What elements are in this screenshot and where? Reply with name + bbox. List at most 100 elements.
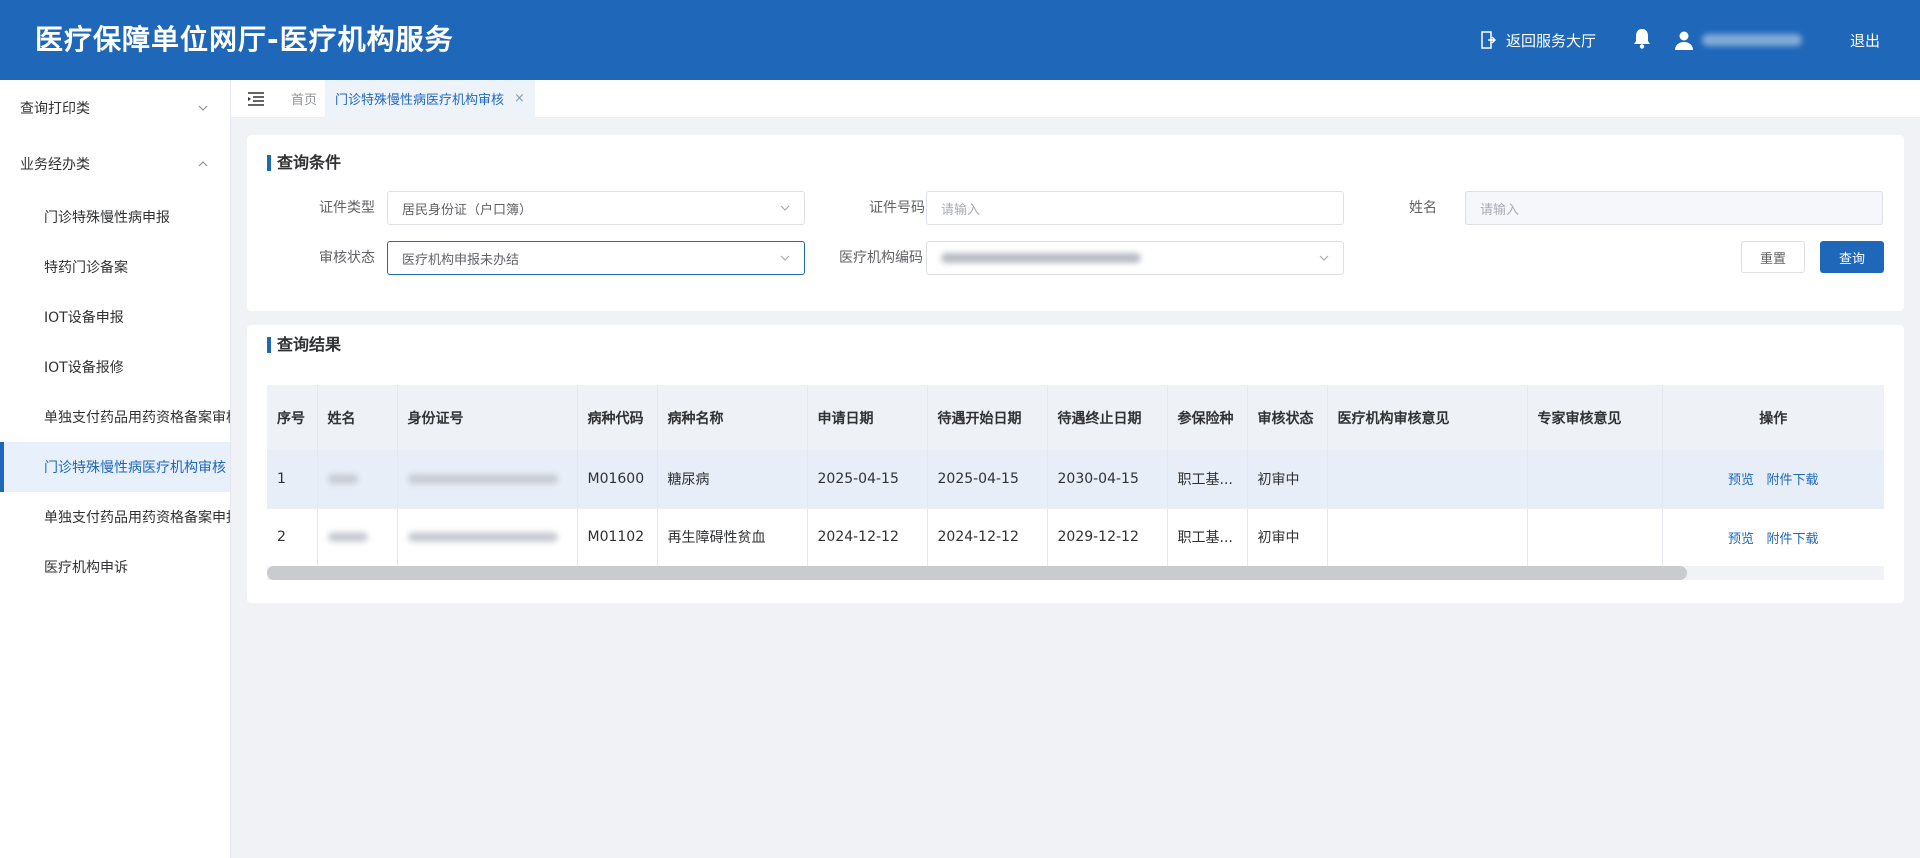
reset-button[interactable]: 重置 [1741, 241, 1805, 273]
cell-expert-opinion [1527, 508, 1663, 567]
cell-apply-date: 2025-04-15 [807, 450, 928, 509]
chevron-down-icon [780, 255, 790, 261]
column-header: 待遇终止日期 [1047, 385, 1168, 450]
cell-insurance: 职工基... [1167, 450, 1248, 509]
column-header: 操作 [1662, 385, 1884, 450]
column-header: 身份证号 [397, 385, 578, 450]
cell-start-date: 2025-04-15 [927, 450, 1048, 509]
chevron-down-icon [1319, 255, 1329, 261]
back-to-hall-link[interactable]: 返回服务大厅 [1480, 30, 1596, 51]
cell-disease-name: 糖尿病 [657, 450, 808, 509]
name-placeholder: 请输入 [1480, 202, 1520, 218]
cell-org-opinion [1327, 508, 1528, 567]
cert-no-input[interactable]: 请输入 [926, 191, 1344, 225]
cell-name-blurred [317, 508, 398, 567]
tab-label: 门诊特殊慢性病医疗机构审核 [335, 93, 505, 108]
top-header: 医疗保障单位网厅-医疗机构服务 返回服务大厅 退出 [0, 0, 1920, 80]
column-header: 医疗机构审核意见 [1327, 385, 1528, 450]
sidebar-item-special-drug-filing[interactable]: 特药门诊备案 [0, 242, 230, 292]
query-button[interactable]: 查询 [1820, 241, 1884, 273]
table-header-row: 序号 姓名 身份证号 病种代码 病种名称 申请日期 待遇开始日期 待遇终止日期 … [267, 385, 1884, 450]
sidebar-item-iot-repair[interactable]: IOT设备报修 [0, 342, 230, 392]
cell-end-date: 2029-12-12 [1047, 508, 1168, 567]
cell-no: 1 [267, 450, 318, 509]
tab-chronic-disease-review[interactable]: 门诊特殊慢性病医疗机构审核 × [325, 79, 535, 118]
chevron-down-icon [198, 105, 208, 111]
tab-home[interactable]: 首页 [291, 89, 317, 108]
sidebar-item-iot-declare[interactable]: IOT设备申报 [0, 292, 230, 342]
column-header: 审核状态 [1247, 385, 1328, 450]
exit-door-icon [1481, 31, 1496, 49]
org-code-select[interactable] [926, 241, 1344, 275]
cell-disease-code: M01600 [577, 450, 658, 509]
sidebar-item-chronic-disease-review[interactable]: 门诊特殊慢性病医疗机构审核 [0, 442, 230, 492]
cell-id-blurred [397, 508, 578, 567]
cert-type-select[interactable]: 居民身份证（户口簿） [387, 191, 805, 225]
cell-status: 初审中 [1247, 508, 1328, 567]
menu-group-query-print[interactable]: 查询打印类 [0, 80, 230, 136]
back-to-hall-label: 返回服务大厅 [1505, 31, 1596, 50]
app-title: 医疗保障单位网厅-医疗机构服务 [35, 23, 454, 56]
name-label: 姓名 [1409, 200, 1437, 216]
sidebar: 查询打印类 业务经办类 门诊特殊慢性病申报 特药门诊备案 IOT设备申报 IOT… [0, 80, 231, 858]
results-table: 序号 姓名 身份证号 病种代码 病种名称 申请日期 待遇开始日期 待遇终止日期 … [267, 385, 1884, 567]
status-value: 医疗机构申报未办结 [402, 252, 520, 268]
menu-group-label: 业务经办类 [20, 157, 90, 173]
menu-collapse-icon[interactable] [247, 91, 265, 106]
tab-bar: 首页 门诊特殊慢性病医疗机构审核 × [231, 79, 1920, 118]
cell-name-blurred [317, 450, 398, 509]
preview-link[interactable]: 预览 [1728, 532, 1754, 547]
column-header: 申请日期 [807, 385, 928, 450]
table-horizontal-scrollbar[interactable] [267, 566, 1884, 580]
cell-id-blurred [397, 450, 578, 509]
cell-insurance: 职工基... [1167, 508, 1248, 567]
scrollbar-thumb[interactable] [267, 566, 1687, 580]
user-menu[interactable] [1674, 30, 1802, 50]
cell-end-date: 2030-04-15 [1047, 450, 1168, 509]
cell-operations: 预览 附件下载 [1662, 508, 1884, 567]
menu-group-label: 查询打印类 [20, 101, 90, 117]
preview-link[interactable]: 预览 [1728, 473, 1754, 488]
table-row[interactable]: 1 M01600 糖尿病 2025-04-15 2025-04-15 2030-… [267, 450, 1884, 509]
column-header: 病种名称 [657, 385, 808, 450]
table-row[interactable]: 2 M01102 再生障碍性贫血 2024-12-12 2024-12-12 2… [267, 508, 1884, 567]
column-header: 专家审核意见 [1527, 385, 1663, 450]
cell-operations: 预览 附件下载 [1662, 450, 1884, 509]
attachment-download-link[interactable]: 附件下载 [1766, 532, 1818, 547]
cell-start-date: 2024-12-12 [927, 508, 1048, 567]
sidebar-item-drug-qualification-review[interactable]: 单独支付药品用药资格备案审核 [0, 392, 230, 442]
sidebar-item-institution-appeal[interactable]: 医疗机构申诉 [0, 542, 230, 592]
query-results-card: 查询结果 序号 姓名 身份证号 病种代码 病种名称 申请日期 待遇开始日期 待遇… [247, 325, 1904, 603]
attachment-download-link[interactable]: 附件下载 [1766, 473, 1818, 488]
cert-type-label: 证件类型 [319, 200, 375, 216]
user-icon [1674, 31, 1693, 50]
column-header: 姓名 [317, 385, 398, 450]
org-code-value-blurred [941, 253, 1141, 263]
query-results-title: 查询结果 [267, 337, 341, 353]
column-header: 参保险种 [1167, 385, 1248, 450]
name-input[interactable]: 请输入 [1465, 191, 1883, 225]
close-icon[interactable]: × [514, 91, 525, 106]
org-code-label: 医疗机构编码 [839, 250, 923, 266]
sidebar-item-chronic-disease-declare[interactable]: 门诊特殊慢性病申报 [0, 192, 230, 242]
chevron-up-icon [198, 161, 208, 167]
column-header: 序号 [267, 385, 318, 450]
cell-org-opinion [1327, 450, 1528, 509]
cert-no-label: 证件号码 [869, 200, 925, 216]
column-header: 病种代码 [577, 385, 658, 450]
cell-apply-date: 2024-12-12 [807, 508, 928, 567]
query-conditions-card: 查询条件 证件类型 居民身份证（户口簿） 证件号码 请输入 姓名 请输入 审核状… [247, 135, 1904, 311]
cell-disease-code: M01102 [577, 508, 658, 567]
cert-type-value: 居民身份证（户口簿） [402, 202, 533, 218]
status-select[interactable]: 医疗机构申报未办结 [387, 241, 805, 275]
menu-group-business[interactable]: 业务经办类 [0, 136, 230, 192]
cell-status: 初审中 [1247, 450, 1328, 509]
logout-button[interactable]: 退出 [1850, 30, 1880, 51]
cell-disease-name: 再生障碍性贫血 [657, 508, 808, 567]
cell-expert-opinion [1527, 450, 1663, 509]
status-label: 审核状态 [319, 250, 375, 266]
chevron-down-icon [780, 205, 790, 211]
notification-bell-icon[interactable] [1632, 27, 1652, 53]
column-header: 待遇开始日期 [927, 385, 1048, 450]
sidebar-item-drug-qualification-declare[interactable]: 单独支付药品用药资格备案申报 [0, 492, 230, 542]
